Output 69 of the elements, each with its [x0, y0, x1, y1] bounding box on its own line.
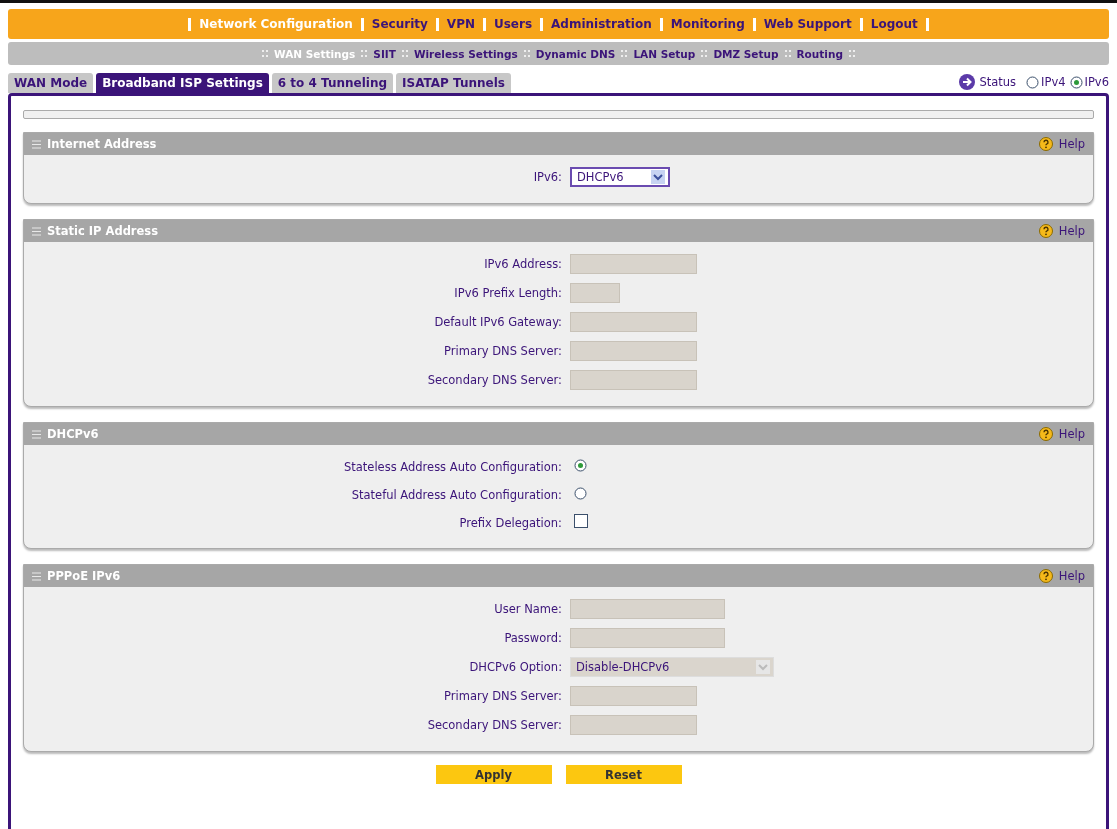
radio-label: IPv6 [1084, 75, 1109, 89]
arrow-right-icon [959, 74, 976, 90]
field-label: Default IPv6 Gateway: [433, 315, 562, 329]
action-button[interactable]: Apply [435, 765, 552, 784]
action-button[interactable]: Reset [565, 765, 682, 784]
chevron-down-icon [756, 660, 770, 674]
grip-icon [32, 571, 41, 581]
field-label: IPv6: [532, 170, 562, 184]
help-icon [1038, 224, 1053, 238]
dots-icon [621, 50, 628, 57]
field-label: Prefix Delegation: [458, 515, 562, 530]
help-link[interactable]: Help [1038, 224, 1085, 238]
menu-link[interactable]: Monitoring [670, 17, 745, 31]
field-label: Stateless Address Auto Configuration: [342, 459, 562, 474]
dots-icon [401, 50, 408, 57]
grip-icon [32, 226, 41, 236]
submenu-link[interactable]: DMZ Setup [713, 47, 779, 60]
dots-icon [848, 50, 855, 57]
grip-icon [32, 429, 41, 439]
field-label: Secondary DNS Server: [426, 718, 562, 732]
radio-button[interactable] [1026, 75, 1040, 89]
dots-icon [262, 50, 269, 57]
submenu-link[interactable]: Routing [796, 47, 843, 60]
field-label: User Name: [493, 602, 562, 616]
field-label: IPv6 Address: [483, 257, 562, 271]
tab[interactable]: WAN Mode [8, 73, 94, 93]
radio-button[interactable] [574, 459, 587, 472]
section-title: PPPoE IPv6 [47, 569, 122, 583]
menu-link[interactable]: Users [494, 17, 533, 31]
field-label: DHCPv6 Option: [468, 660, 562, 674]
tab[interactable]: ISATAP Tunnels [396, 73, 511, 93]
field-label: Stateful Address Auto Configuration: [350, 487, 562, 502]
section-title: DHCPv6 [47, 427, 100, 441]
menu-link[interactable]: Web Support [763, 17, 852, 31]
grip-icon [32, 139, 41, 149]
submenu-link[interactable]: SIIT [373, 47, 396, 60]
status-link[interactable]: Status [979, 75, 1017, 89]
help-icon [1038, 427, 1053, 441]
submenu-link[interactable]: Dynamic DNS [535, 47, 616, 60]
dots-icon [701, 50, 708, 57]
radio-button[interactable] [1069, 75, 1083, 89]
submenu-link[interactable]: LAN Setup [633, 47, 696, 60]
radio-button[interactable] [574, 487, 587, 500]
dots-icon [784, 50, 791, 57]
help-link[interactable]: Help [1038, 137, 1085, 151]
menu-link[interactable]: Security [371, 17, 428, 31]
field-label: Primary DNS Server: [443, 689, 562, 703]
dropdown[interactable]: DHCPv6 [570, 167, 670, 187]
field-label: Password: [503, 631, 562, 645]
section-title: Internet Address [47, 137, 158, 151]
field-label: IPv6 Prefix Length: [453, 286, 562, 300]
menu-link[interactable]: Administration [551, 17, 652, 31]
section-title: Static IP Address [47, 224, 160, 238]
tab[interactable]: 6 to 4 Tunneling [271, 73, 394, 93]
help-link[interactable]: Help [1038, 427, 1085, 441]
dots-icon [361, 50, 368, 57]
field-label: Secondary DNS Server: [426, 373, 562, 387]
field-label: Primary DNS Server: [443, 344, 562, 358]
submenu-link[interactable]: Wireless Settings [413, 47, 518, 60]
help-icon [1038, 137, 1053, 151]
dots-icon [523, 50, 530, 57]
tab[interactable]: Broadband ISP Settings [96, 73, 269, 93]
menu-link[interactable]: VPN [446, 17, 475, 31]
help-icon [1038, 569, 1053, 583]
checkbox[interactable] [574, 514, 588, 528]
menu-link[interactable]: Logout [870, 17, 918, 31]
radio-label: IPv4 [1041, 75, 1066, 89]
chevron-down-icon [651, 170, 665, 184]
help-link[interactable]: Help [1038, 569, 1085, 583]
